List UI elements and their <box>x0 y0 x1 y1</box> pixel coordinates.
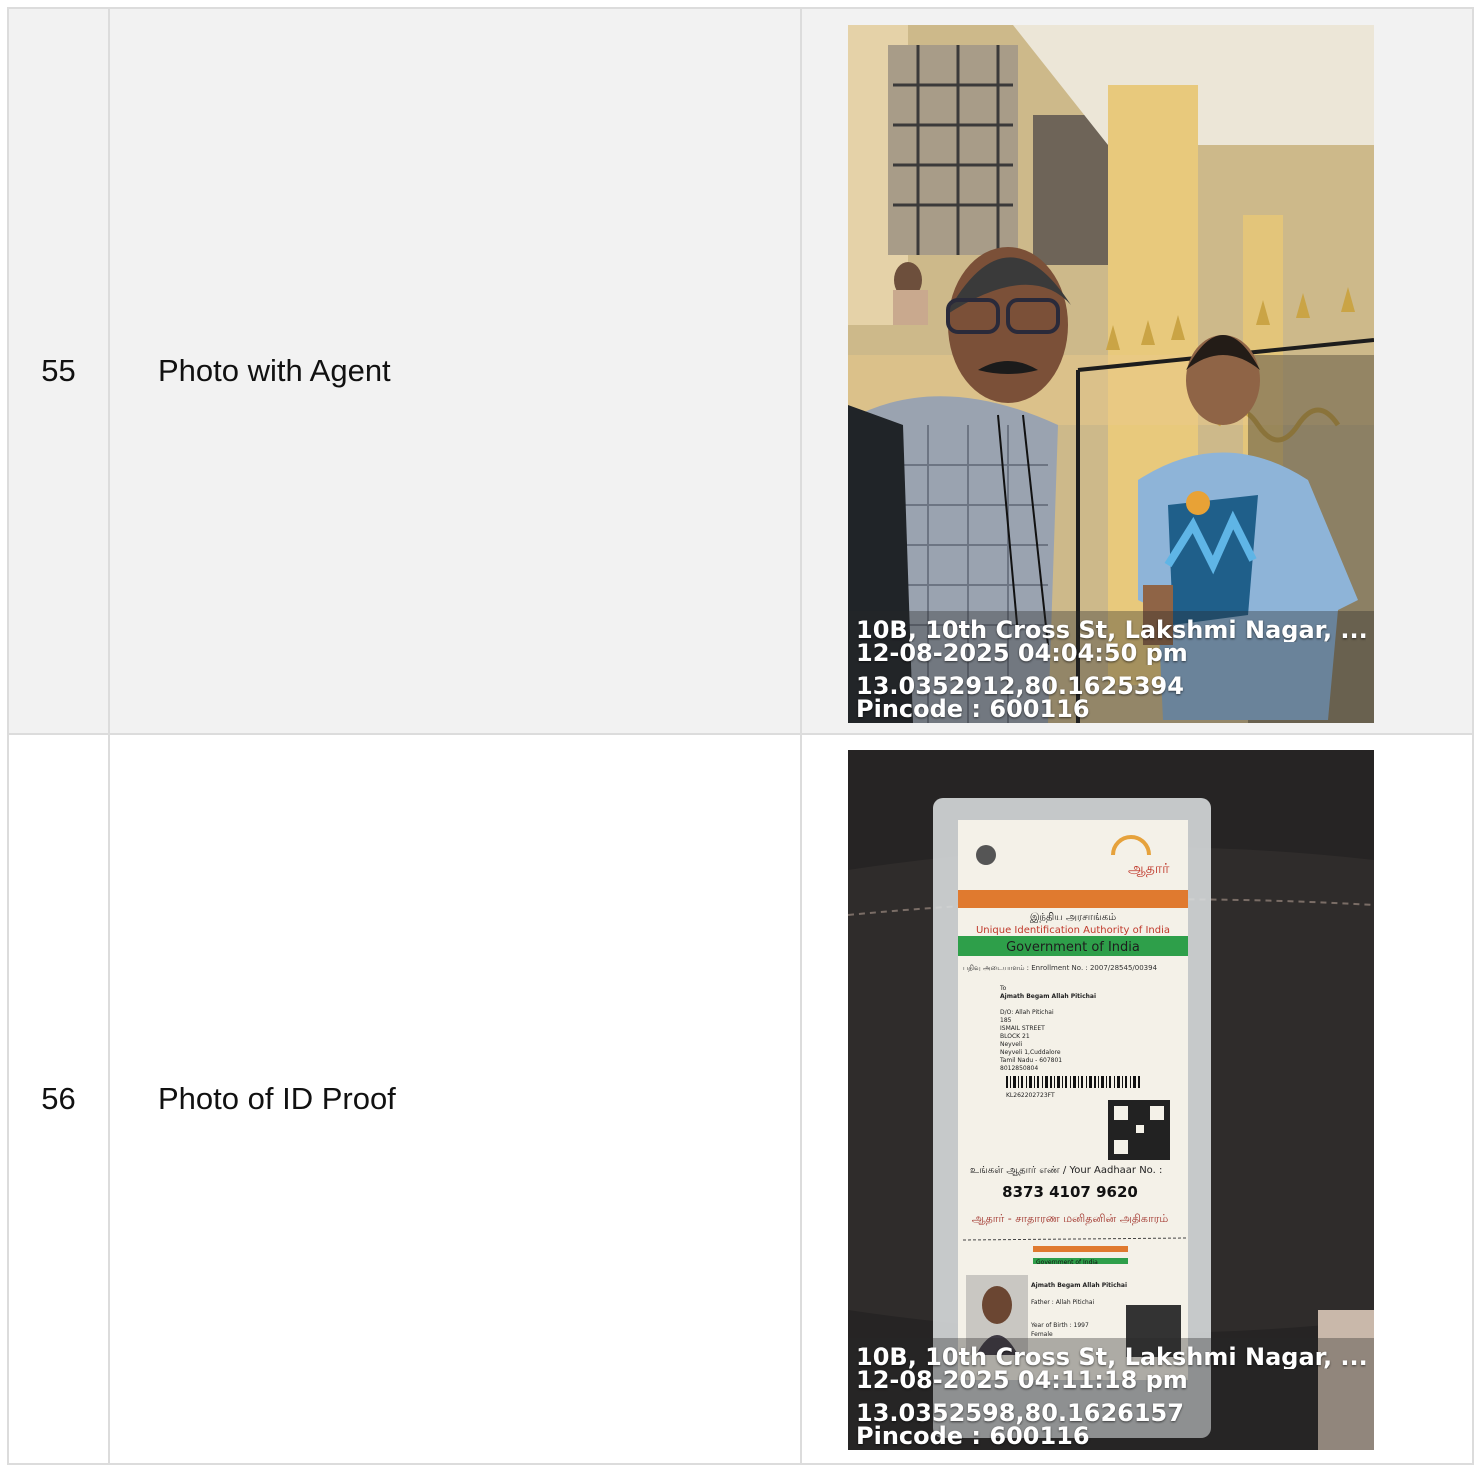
table-row: 55 Photo with Agent 10B, 10th Cross St, … <box>7 7 1474 735</box>
row-number: 56 <box>7 733 110 1465</box>
aadhaar-logo-text: ஆதார் <box>1128 861 1170 877</box>
card-slogan: ஆதார் - சாதாரண மனிதனின் அதிகாரம் <box>972 1212 1169 1225</box>
card-yob: Year of Birth : 1997 <box>1030 1322 1089 1329</box>
photo-cell: 10B, 10th Cross St, Lakshmi Nagar, ... 1… <box>800 7 1474 735</box>
row-label: Photo with Agent <box>108 7 802 735</box>
stamp-pincode: Pincode : 600116 <box>856 698 1090 721</box>
card-holder-name: Ajmath Begam Allah Pitichai <box>1031 1282 1127 1289</box>
card-lower-govt: Government of India <box>1036 1259 1098 1266</box>
card-address-line: Ajmath Begam Allah Pitichai <box>1000 993 1096 1000</box>
photo-cell: ஆதார் இந்திய அரசாங்கம் Unique Identifica… <box>800 733 1474 1465</box>
card-aadhaar-label: உங்கள் ஆதார் எண் / Your Aadhaar No. : <box>970 1165 1162 1176</box>
stamp-datetime: 12-08-2025 04:11:18 pm <box>856 1369 1188 1392</box>
card-address-line: BLOCK 21 <box>1000 1033 1030 1040</box>
card-address-line: ISMAIL STREET <box>1000 1025 1045 1032</box>
stamp-address: 10B, 10th Cross St, Lakshmi Nagar, ... <box>856 1346 1366 1369</box>
card-uidai: Unique Identification Authority of India <box>976 925 1170 936</box>
row-number: 55 <box>7 7 110 735</box>
row-label: Photo of ID Proof <box>108 733 802 1465</box>
geo-stamp: 10B, 10th Cross St, Lakshmi Nagar, ... 1… <box>848 611 1374 723</box>
table-row: 56 Photo of ID Proof ஆதார் இந்திய அரசாங்… <box>7 733 1474 1465</box>
card-father: Father : Allah Pitichai <box>1031 1299 1095 1306</box>
stamp-coordinates: 13.0352912,80.1625394 <box>856 675 1184 698</box>
card-address-line: 185 <box>1000 1017 1012 1024</box>
stamp-address: 10B, 10th Cross St, Lakshmi Nagar, ... <box>856 619 1366 642</box>
card-address-line: 8012850804 <box>1000 1065 1038 1072</box>
card-address-line: To <box>999 985 1007 992</box>
card-address-line: D/O: Allah Pitichai <box>1000 1009 1054 1016</box>
card-address-line: Tamil Nadu - 607801 <box>999 1057 1062 1064</box>
card-aadhaar-number: 8373 4107 9620 <box>1002 1183 1138 1201</box>
stamp-pincode: Pincode : 600116 <box>856 1425 1090 1448</box>
card-address-line: Neyveli 1,Cuddalore <box>1000 1049 1061 1056</box>
stamp-coordinates: 13.0352598,80.1626157 <box>856 1402 1184 1425</box>
agent-selfie-photo: 10B, 10th Cross St, Lakshmi Nagar, ... 1… <box>848 25 1374 723</box>
card-gender: Female <box>1031 1331 1053 1338</box>
card-address-line: Neyveli <box>1000 1041 1023 1048</box>
geo-stamp: 10B, 10th Cross St, Lakshmi Nagar, ... 1… <box>848 1338 1374 1450</box>
card-barcode-id: KL262202723FT <box>1006 1092 1055 1099</box>
card-govt: Government of India <box>1006 940 1140 955</box>
stamp-datetime: 12-08-2025 04:04:50 pm <box>856 642 1188 665</box>
id-proof-photo: ஆதார் இந்திய அரசாங்கம் Unique Identifica… <box>848 750 1374 1450</box>
card-header-tamil: இந்திய அரசாங்கம் <box>1030 912 1116 923</box>
card-enrollment: பதிவு அடையாளம் : Enrollment No. : 2007/2… <box>963 964 1158 972</box>
records-table: 55 Photo with Agent 10B, 10th Cross St, … <box>7 7 1474 1465</box>
